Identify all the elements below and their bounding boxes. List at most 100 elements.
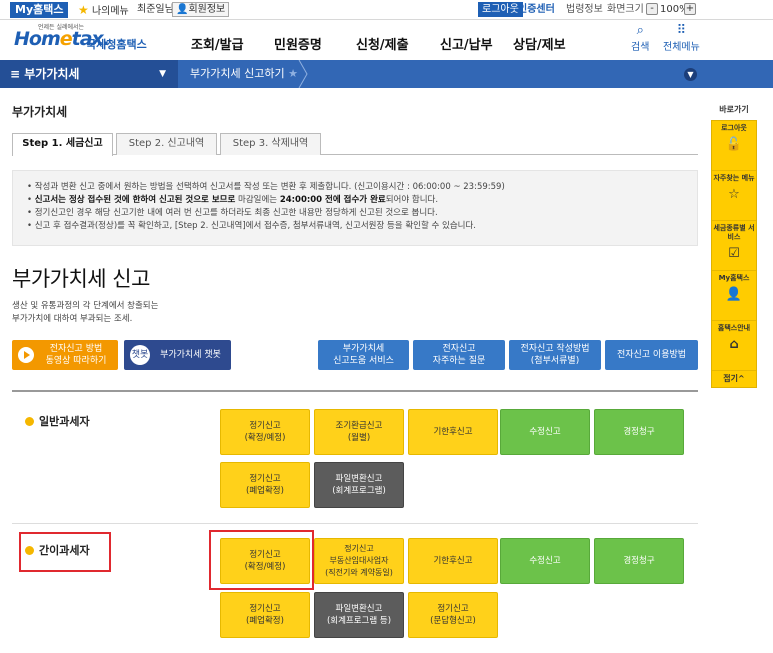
star-icon: ★ [78, 3, 89, 17]
tab-step3[interactable]: Step 3. 삭제내역 [220, 133, 321, 155]
step-tabs: Step 1. 세금신고 Step 2. 신고내역 Step 3. 삭제내역 [12, 131, 698, 156]
general-closing-filing-button[interactable]: 정기신고 (폐업확정) [220, 462, 310, 508]
tab-step1[interactable]: Step 1. 세금신고 [12, 133, 113, 156]
dropdown-triangle-icon: ▼ [159, 69, 166, 79]
button-line: 파일변환신고 [335, 474, 383, 484]
breadcrumb-chevron-icon [298, 60, 308, 88]
quick-menu-box: 로그아웃 🔓 자주찾는 메뉴 ☆ 세금종류별 서비스 ☑ My홈택스 👤 홈택스안내 ⌂ … [711, 120, 757, 388]
section-dropdown[interactable]: ≡ 부가가치세 ▼ [0, 60, 178, 88]
quick-guide-label: 홈택스안내 [717, 324, 751, 332]
search-button[interactable]: ⌕ 검색 [631, 23, 649, 54]
home-icon: ⌂ [729, 337, 739, 352]
button-line: (회계프로그램) [332, 486, 386, 496]
simple-qa-filing-button[interactable]: 정기신고 (문답형신고) [408, 592, 498, 638]
page-title: 부가가치세 [12, 105, 68, 119]
quick-my-hometax[interactable]: My홈택스 👤 [712, 271, 756, 321]
gnb-report-pay[interactable]: 신고/납부 [440, 34, 493, 53]
section-divider [12, 390, 698, 392]
simple-amended-filing-button[interactable]: 수정신고 [500, 538, 590, 584]
quick-tax-service[interactable]: 세금종류별 서비스 ☑ [712, 221, 756, 271]
user-icon: 👤 [725, 287, 743, 302]
simple-correction-claim-button[interactable]: 경정청구 [594, 538, 684, 584]
current-page-label: 부가가치세 신고하기 [190, 67, 285, 80]
notice-bold: 신고서는 정상 접수된 것에 한하여 신고된 것으로 보므로 [34, 195, 236, 205]
simple-file-conversion-button[interactable]: 파일변환신고 (회계프로그램 등) [314, 592, 404, 638]
header: 언제든 실례에서는 Hometax. 국세청홈택스 조회/발급 민원증명 신청/… [0, 20, 773, 60]
chatbot-icon: 챗봇 [130, 345, 150, 365]
myhome-button[interactable]: My홈택스 [10, 2, 69, 18]
usage-button[interactable]: 전자신고 이용방법 [605, 340, 698, 370]
quick-close-button[interactable]: 접기^ [712, 371, 756, 387]
faq-button[interactable]: 전자신고 자주하는 질문 [413, 340, 505, 370]
location-bar: ≡ 부가가치세 ▼ 부가가치세 신고하기 ★ ▼ [0, 60, 773, 88]
button-line: 파일변환신고 [335, 604, 383, 614]
gnb-certificate[interactable]: 민원증명 [274, 34, 322, 53]
favorite-star-icon[interactable]: ★ [288, 67, 298, 80]
description-line: 생산 및 유통과정의 각 단계에서 창출되는 [12, 301, 159, 311]
tab-step2[interactable]: Step 2. 신고내역 [116, 133, 217, 155]
chevron-down-circle-icon[interactable]: ▼ [684, 68, 697, 81]
cert-center-link[interactable]: 인증센터 [518, 3, 555, 17]
button-line: (확정/예정) [244, 433, 286, 443]
checkbox-icon: ☑ [728, 246, 740, 261]
user-info-label: 회원정보 [188, 4, 226, 15]
unlock-icon: 🔓 [725, 137, 743, 152]
zoom-out-button[interactable]: - [646, 3, 658, 15]
chatbot-label: 부가가치세 챗봇 [160, 350, 221, 360]
filing-help-line: 부가가치세 [342, 344, 385, 354]
general-early-refund-button[interactable]: 조기환급신고 (월별) [314, 409, 404, 455]
button-line: (폐업확정) [246, 486, 284, 496]
user-info-button[interactable]: 👤회원정보 [172, 2, 230, 17]
button-line: (폐업확정) [246, 616, 284, 626]
video-guide-line: 동영상 따라하기 [45, 356, 107, 366]
gnb-apply[interactable]: 신청/제출 [356, 34, 409, 53]
quick-menu: 바로가기 로그아웃 🔓 자주찾는 메뉴 ☆ 세금종류별 서비스 ☑ My홈택스 👤 홈택… [711, 100, 757, 388]
logout-button[interactable]: 로그아웃 [478, 2, 523, 17]
video-guide-button[interactable]: 전자신고 방법 동영상 따라하기 [12, 340, 118, 370]
filing-help-line: 신고도움 서비스 [333, 356, 394, 366]
notice-box: 작성과 변환 신고 중에서 원하는 방법을 선택하여 신고서를 작성 또는 변환… [12, 170, 698, 246]
law-info-link[interactable]: 법령정보 [566, 3, 603, 17]
button-line: (확정/예정) [244, 562, 286, 572]
user-name: 최준일님 [137, 4, 174, 15]
bullet-dot-icon [25, 417, 34, 426]
current-page[interactable]: 부가가치세 신고하기 ★ [190, 60, 298, 88]
simple-real-estate-filing-button[interactable]: 정기신고 부동산임대사업자 (직전기와 계약동일) [314, 538, 404, 584]
general-late-filing-button[interactable]: 기한후신고 [408, 409, 498, 455]
gnb-inquiry[interactable]: 조회/발급 [191, 34, 244, 53]
howto-button[interactable]: 전자신고 작성방법 (첨부서류별) [509, 340, 601, 370]
zoom-in-button[interactable]: + [684, 3, 696, 15]
general-correction-claim-button[interactable]: 경정청구 [594, 409, 684, 455]
gnb-consult[interactable]: 상담/제보 [513, 34, 566, 53]
button-line: 부동산임대사업자 [329, 556, 389, 565]
vat-description: 생산 및 유통과정의 각 단계에서 창출되는 부가가치에 대하여 부과되는 조세… [12, 300, 158, 326]
filing-help-button[interactable]: 부가가치세 신고도움 서비스 [318, 340, 409, 370]
quick-guide[interactable]: 홈택스안내 ⌂ [712, 321, 756, 371]
quick-logout[interactable]: 로그아웃 🔓 [712, 121, 756, 171]
star-outline-icon: ☆ [728, 187, 740, 202]
simple-regular-filing-button[interactable]: 정기신고 (확정/예정) [220, 538, 310, 584]
general-regular-filing-button[interactable]: 정기신고 (확정/예정) [220, 409, 310, 455]
simple-taxpayer-label: 간이과세자 [25, 542, 90, 558]
button-line: (회계프로그램 등) [326, 616, 392, 626]
all-menu-button[interactable]: ⠿ 전체메뉴 [663, 24, 700, 54]
general-amended-filing-button[interactable]: 수정신고 [500, 409, 590, 455]
hometax-logo[interactable]: 언제든 실례에서는 Hometax. 국세청홈택스 [14, 24, 149, 54]
button-line: 정기신고 [437, 604, 469, 614]
top-utility-bar: My홈택스 ★ 나의메뉴 최준일님 👤회원정보 로그아웃 인증센터 법령정보 화… [0, 0, 773, 20]
faq-line: 전자신고 [442, 344, 476, 354]
notice-line: 작성과 변환 신고 중에서 원하는 방법을 선택하여 신고서를 작성 또는 변환… [27, 181, 683, 194]
button-line: (직전기와 계약동일) [325, 568, 393, 577]
howto-line: (첨부서류별) [530, 356, 580, 366]
quick-faq-menu[interactable]: 자주찾는 메뉴 ☆ [712, 171, 756, 221]
logo-brand-e: e [59, 28, 73, 50]
my-menu-link[interactable]: ★ 나의메뉴 [78, 3, 129, 19]
quick-my-hometax-label: My홈택스 [718, 274, 750, 282]
search-icon: ⌕ [636, 23, 644, 38]
chatbot-button[interactable]: 챗봇 부가가치세 챗봇 [124, 340, 231, 370]
simple-late-filing-button[interactable]: 기한후신고 [408, 538, 498, 584]
general-file-conversion-button[interactable]: 파일변환신고 (회계프로그램) [314, 462, 404, 508]
simple-closing-filing-button[interactable]: 정기신고 (폐업확정) [220, 592, 310, 638]
faq-line: 자주하는 질문 [432, 356, 486, 366]
description-line: 부가가치에 대하여 부과되는 조세. [12, 314, 133, 324]
